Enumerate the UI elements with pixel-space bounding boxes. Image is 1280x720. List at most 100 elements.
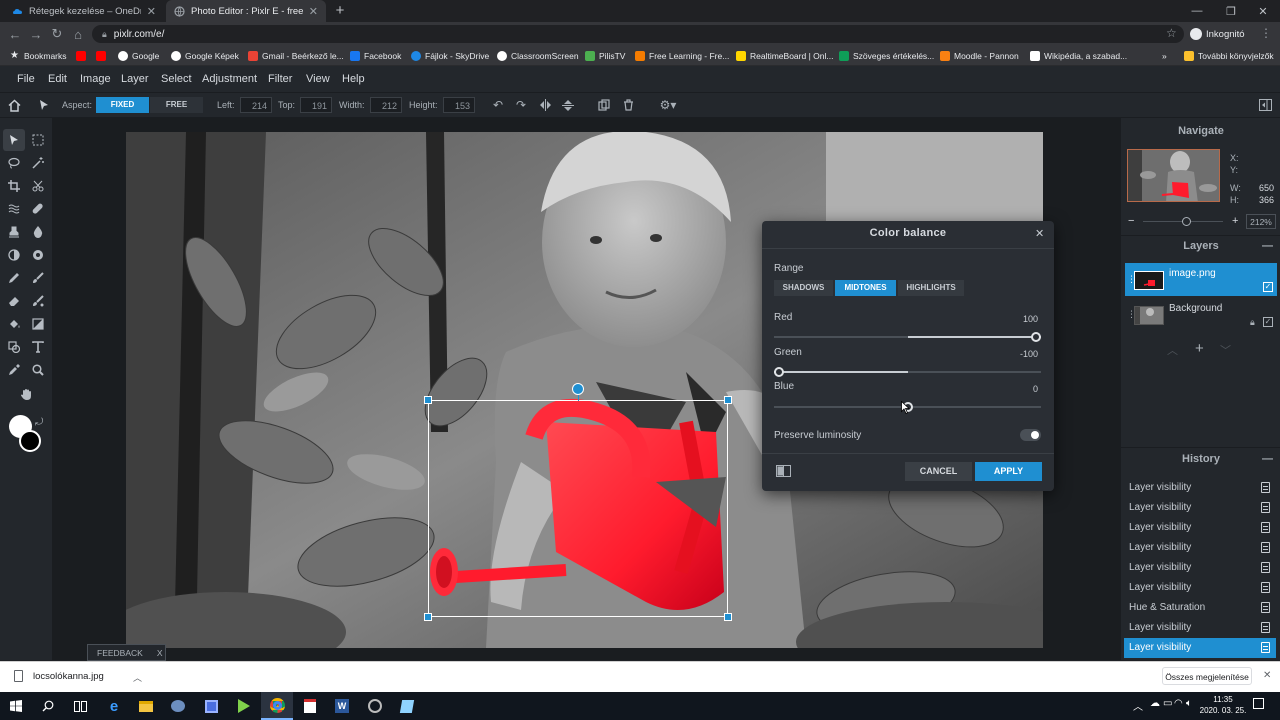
history-item[interactable]: Layer visibility bbox=[1124, 518, 1276, 538]
resize-handle-nw[interactable] bbox=[424, 396, 432, 404]
eraser-tool-icon[interactable] bbox=[3, 290, 25, 312]
wifi-icon[interactable]: ◠ bbox=[1174, 698, 1183, 709]
zoom-in-icon[interactable]: + bbox=[1232, 215, 1238, 227]
forward-icon[interactable]: → bbox=[25, 22, 47, 46]
range-midtones-button[interactable]: MIDTONES bbox=[835, 280, 896, 296]
compare-before-after-icon[interactable] bbox=[776, 465, 791, 477]
history-item[interactable]: Layer visibility bbox=[1124, 498, 1276, 518]
eyedropper-icon[interactable] bbox=[3, 359, 25, 381]
left-field[interactable]: 214 bbox=[240, 97, 272, 113]
preserve-luminosity-toggle[interactable] bbox=[1020, 429, 1041, 441]
history-item-current[interactable]: Layer visibility bbox=[1124, 638, 1276, 658]
flip-vertical-icon[interactable] bbox=[559, 96, 577, 114]
home-icon[interactable]: ⌂ bbox=[67, 22, 89, 46]
menu-image[interactable]: Image bbox=[80, 66, 111, 92]
word-icon[interactable]: W bbox=[326, 692, 358, 720]
lasso-tool-icon[interactable] bbox=[3, 152, 25, 174]
zoom-level-field[interactable]: 212% bbox=[1246, 214, 1276, 229]
acrobat-icon[interactable] bbox=[294, 692, 326, 720]
layer-row-image[interactable]: ⋮ image.png ✓ bbox=[1125, 263, 1277, 296]
url-field[interactable]: 🔒︎ pixlr.com/e/ bbox=[92, 25, 1184, 43]
shape-tool-icon[interactable] bbox=[3, 336, 25, 358]
new-tab-button[interactable]: + bbox=[332, 2, 348, 20]
history-item[interactable]: Layer visibility bbox=[1124, 558, 1276, 578]
range-shadows-button[interactable]: SHADOWS bbox=[774, 280, 833, 296]
red-slider-knob[interactable] bbox=[1031, 332, 1041, 342]
hand-tool-icon[interactable] bbox=[15, 383, 37, 405]
menu-help[interactable]: Help bbox=[342, 66, 365, 92]
cutout-tool-icon[interactable] bbox=[27, 175, 49, 197]
cancel-button[interactable]: CANCEL bbox=[905, 462, 972, 481]
arrange-tool-icon[interactable] bbox=[3, 129, 25, 151]
battery-icon[interactable]: ▭ bbox=[1163, 698, 1172, 709]
bookmark-item[interactable] bbox=[96, 46, 110, 66]
menu-view[interactable]: View bbox=[306, 66, 330, 92]
marquee-tool-icon[interactable] bbox=[27, 129, 49, 151]
zoom-slider-track[interactable] bbox=[1143, 217, 1223, 226]
gradient-tool-icon[interactable] bbox=[27, 313, 49, 335]
background-color-swatch[interactable] bbox=[19, 430, 41, 452]
heal-tool-icon[interactable] bbox=[27, 198, 49, 220]
bookmark-item[interactable]: Gmail - Beérkező le... bbox=[248, 46, 344, 66]
arrange-tool-icon[interactable] bbox=[35, 96, 53, 114]
text-tool-icon[interactable] bbox=[27, 336, 49, 358]
media-app-icon[interactable] bbox=[228, 692, 260, 720]
windows-start-icon[interactable] bbox=[0, 692, 32, 720]
clone-stamp-icon[interactable] bbox=[3, 221, 25, 243]
liquify-tool-icon[interactable] bbox=[3, 198, 25, 220]
bookmark-item[interactable]: Szöveges értékelés... bbox=[839, 46, 934, 66]
trash-icon[interactable] bbox=[619, 96, 637, 114]
zoom-out-icon[interactable]: − bbox=[1128, 215, 1134, 227]
bookmark-item[interactable]: ClassroomScreen bbox=[497, 46, 579, 66]
range-highlights-button[interactable]: HIGHLIGHTS bbox=[898, 280, 964, 296]
home-icon[interactable] bbox=[5, 96, 23, 114]
history-item[interactable]: Layer visibility bbox=[1124, 538, 1276, 558]
star-icon[interactable]: ☆ bbox=[1166, 26, 1177, 40]
layer-row-background[interactable]: ⋮ Background 🔒︎ ✓ bbox=[1125, 298, 1277, 331]
incognito-badge[interactable]: Inkognitó bbox=[1190, 25, 1245, 43]
rotate-left-icon[interactable]: ↶ bbox=[489, 96, 507, 114]
bookmark-item[interactable]: RealtimeBoard | Onl... bbox=[736, 46, 833, 66]
bookmark-item[interactable]: Google Képek bbox=[171, 46, 239, 66]
save-disk-icon[interactable] bbox=[195, 692, 227, 720]
lock-icon[interactable]: 🔒︎ bbox=[1250, 317, 1255, 328]
bookmark-item[interactable]: Facebook bbox=[350, 46, 401, 66]
bookmark-item[interactable]: Wikipédia, a szabad... bbox=[1030, 46, 1127, 66]
history-item[interactable]: Layer visibility bbox=[1124, 618, 1276, 638]
move-layer-down-icon[interactable]: ﹀ bbox=[1220, 342, 1231, 358]
file-explorer-icon[interactable] bbox=[130, 692, 162, 720]
rotate-right-icon[interactable]: ↷ bbox=[512, 96, 530, 114]
chrome-icon[interactable] bbox=[261, 692, 293, 720]
move-layer-up-icon[interactable]: ︿ bbox=[1167, 342, 1178, 358]
crop-tool-icon[interactable] bbox=[3, 175, 25, 197]
feedback-tab[interactable]: FEEDBACK X bbox=[87, 644, 166, 661]
dialog-close-icon[interactable]: ✕ bbox=[1035, 227, 1044, 240]
rotate-handle[interactable] bbox=[572, 383, 584, 395]
bookmark-item[interactable]: Fájlok - SkyDrive bbox=[411, 46, 489, 66]
layer-name[interactable]: Background bbox=[1169, 303, 1222, 314]
sponge-icon[interactable] bbox=[27, 244, 49, 266]
feedback-close-icon[interactable]: X bbox=[157, 648, 163, 658]
collapse-icon[interactable]: — bbox=[1262, 447, 1273, 471]
swap-colors-icon[interactable]: ⤾ bbox=[35, 417, 43, 428]
edge-browser-icon[interactable]: e bbox=[98, 692, 130, 720]
history-item[interactable]: Hue & Saturation bbox=[1124, 598, 1276, 618]
bookmark-item[interactable]: Google bbox=[118, 46, 159, 66]
navigator-thumbnail[interactable] bbox=[1127, 149, 1220, 202]
cloud-icon[interactable]: ☁︎ bbox=[1150, 698, 1160, 709]
minimize-icon[interactable]: — bbox=[1180, 0, 1214, 22]
show-all-downloads-button[interactable]: Összes megjelenítése bbox=[1162, 667, 1252, 685]
flip-horizontal-icon[interactable] bbox=[536, 96, 554, 114]
notes-app-icon[interactable] bbox=[391, 692, 423, 720]
history-item[interactable]: Layer visibility bbox=[1124, 578, 1276, 598]
aspect-fixed-button[interactable]: FIXED bbox=[96, 97, 149, 113]
volume-icon[interactable]: 🔈︎ bbox=[1186, 698, 1192, 709]
app-icon[interactable] bbox=[162, 692, 194, 720]
back-icon[interactable]: ← bbox=[4, 22, 26, 46]
maximize-icon[interactable]: ❐ bbox=[1214, 0, 1248, 22]
height-field[interactable]: 153 bbox=[443, 97, 475, 113]
bookmark-item[interactable]: ★ Bookmarks bbox=[10, 46, 67, 66]
clock-app-icon[interactable] bbox=[359, 692, 391, 720]
menu-adjustment[interactable]: Adjustment bbox=[202, 66, 257, 92]
download-file-name[interactable]: locsolókanna.jpg bbox=[33, 671, 104, 682]
